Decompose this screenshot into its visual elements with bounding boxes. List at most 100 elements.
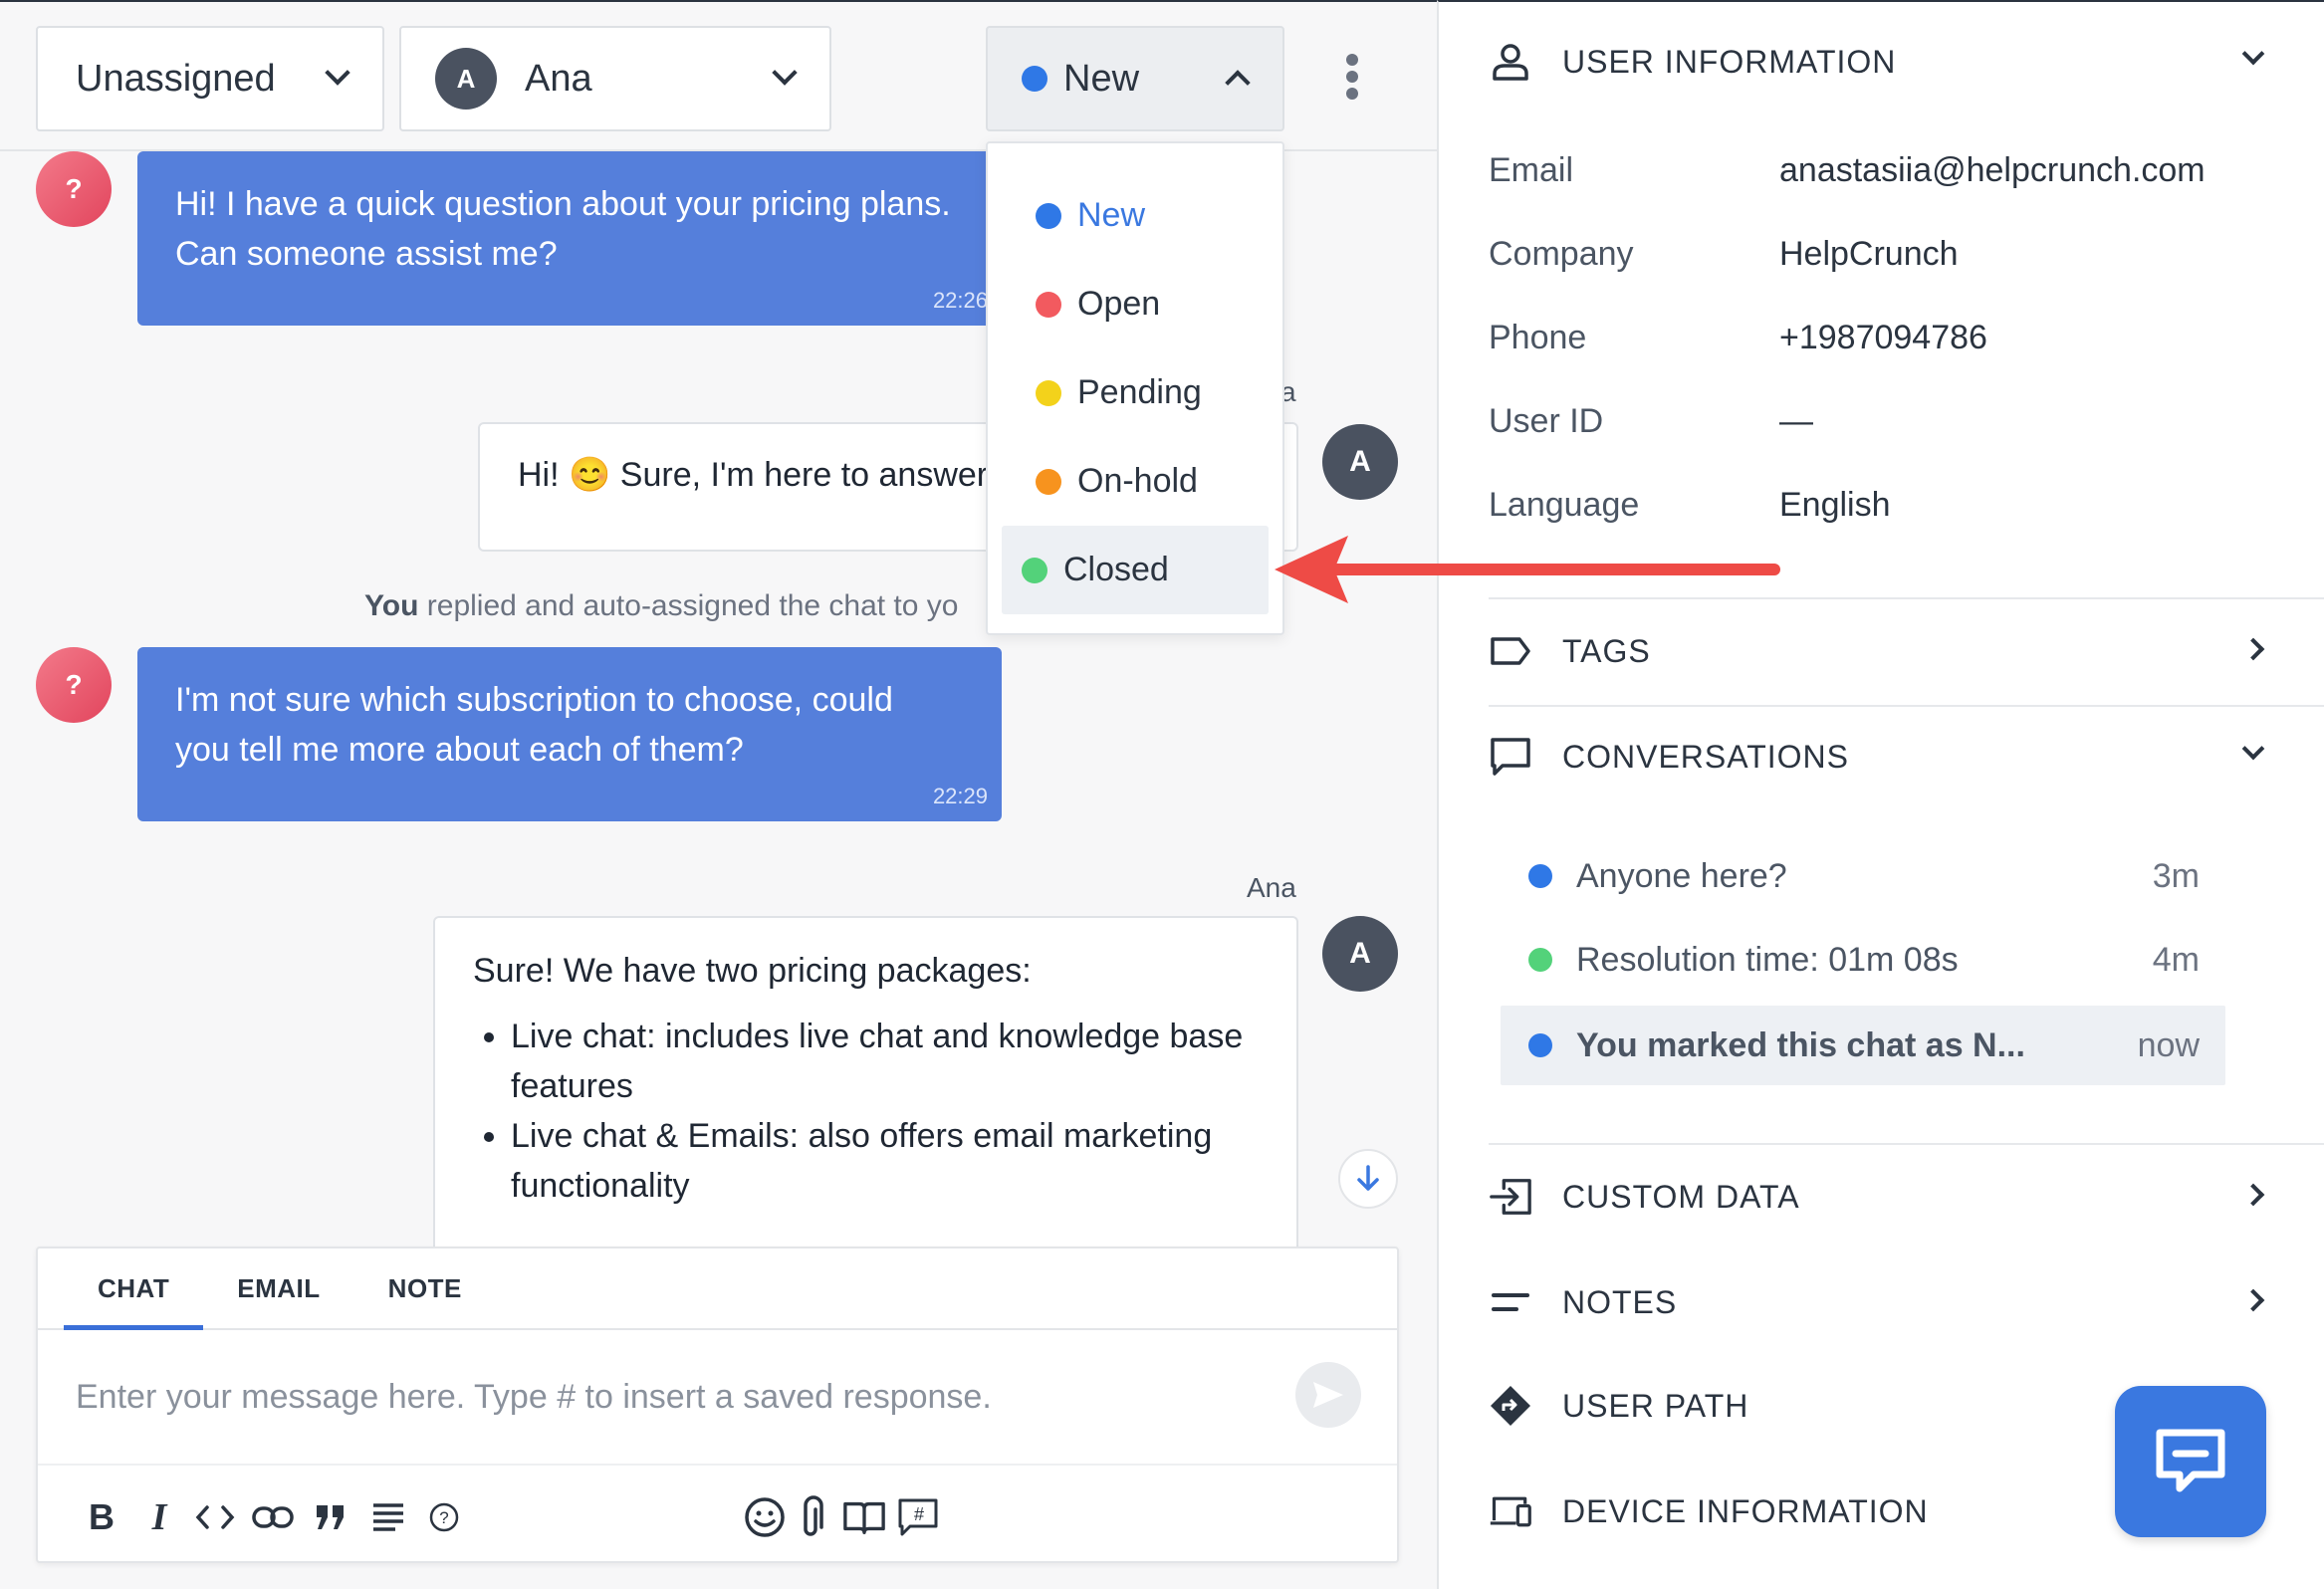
conversation-time: 3m	[2152, 856, 2200, 895]
chevron-right-icon	[2241, 1288, 2265, 1312]
chat-bubble-icon	[1489, 735, 1532, 779]
bold-icon[interactable]: B	[80, 1495, 123, 1539]
assignment-label: Unassigned	[76, 57, 276, 100]
customer-avatar: ?	[36, 151, 112, 227]
conversation-time: now	[2137, 1025, 2200, 1064]
chevron-down-icon	[2241, 737, 2265, 761]
section-title: CONVERSATIONS	[1562, 738, 1849, 775]
status-option-label: On-hold	[1077, 462, 1198, 500]
status-dot-icon	[1036, 468, 1061, 495]
directions-icon	[1489, 1384, 1532, 1428]
agent-dropdown[interactable]: A Ana	[399, 26, 831, 131]
message-text: Can someone assist me?	[175, 235, 558, 273]
quote-icon[interactable]	[309, 1495, 352, 1539]
status-dot-icon	[1528, 948, 1552, 972]
pricing-list: Live chat: includes live chat and knowle…	[511, 1012, 1259, 1211]
scroll-down-button[interactable]	[1338, 1149, 1398, 1209]
divider	[1489, 705, 2324, 707]
status-menu: New Open Pending On-hold Closed	[986, 141, 1284, 635]
avatar: A	[435, 48, 497, 110]
section-custom-data[interactable]: CUSTOM DATA	[1489, 1167, 2275, 1227]
chevron-up-icon	[1225, 70, 1251, 96]
system-actor: You	[364, 589, 419, 622]
section-conversations[interactable]: CONVERSATIONS	[1489, 727, 2275, 787]
status-option-label: New	[1077, 196, 1146, 234]
notes-icon	[1489, 1280, 1532, 1324]
status-option-pending[interactable]: Pending	[1002, 348, 1269, 437]
status-dot-icon	[1528, 864, 1552, 888]
section-tags[interactable]: TAGS	[1489, 621, 2275, 681]
formatting-toolbar: B I ? #	[38, 1464, 1397, 1563]
emoji-icon[interactable]	[743, 1495, 787, 1539]
help-icon[interactable]: ?	[422, 1495, 466, 1539]
send-button[interactable]	[1295, 1362, 1361, 1428]
more-options-icon[interactable]	[1346, 54, 1358, 100]
system-event: You replied and auto-assigned the chat t…	[364, 589, 958, 623]
status-dropdown[interactable]: New	[986, 26, 1284, 131]
status-option-open[interactable]: Open	[1002, 260, 1269, 348]
conversation-item[interactable]: Resolution time: 01m 08s 4m	[1501, 920, 2225, 1000]
customer-message: Hi! I have a quick question about your p…	[137, 151, 1002, 326]
section-title: NOTES	[1562, 1283, 1678, 1320]
status-dot-icon	[1022, 66, 1047, 92]
status-dot-icon	[1036, 291, 1061, 318]
composer-tabs: CHAT EMAIL NOTE	[38, 1248, 1397, 1330]
info-value: +1987094786	[1779, 319, 1987, 356]
tab-email[interactable]: EMAIL	[203, 1248, 353, 1328]
status-dot-icon	[1036, 379, 1061, 406]
chat-widget-icon	[2156, 1429, 2225, 1492]
status-option-closed[interactable]: Closed	[1002, 526, 1269, 614]
chat-widget-button[interactable]	[2115, 1386, 2266, 1537]
status-label: New	[1063, 57, 1140, 100]
agent-avatar: A	[1322, 424, 1398, 500]
annotation-arrow	[1275, 536, 1780, 603]
info-label: Language	[1489, 486, 1640, 524]
info-label: User ID	[1489, 402, 1604, 440]
svg-text:#: #	[914, 1504, 924, 1524]
message-text: Hi! I have a quick question about your p…	[175, 185, 951, 223]
message-input[interactable]: Enter your message here. Type # to inser…	[76, 1378, 992, 1417]
info-value: English	[1779, 486, 1891, 524]
section-title: USER INFORMATION	[1562, 43, 1897, 80]
status-option-on-hold[interactable]: On-hold	[1002, 437, 1269, 526]
message-text: you tell me more about each of them?	[175, 731, 744, 769]
info-value: HelpCrunch	[1779, 235, 1959, 273]
section-notes[interactable]: NOTES	[1489, 1272, 2275, 1332]
assignment-dropdown[interactable]: Unassigned	[36, 26, 384, 131]
attachment-icon[interactable]	[793, 1495, 836, 1539]
devices-icon	[1489, 1489, 1532, 1533]
divider	[1489, 1143, 2324, 1145]
list-item: Live chat & Emails: also offers email ma…	[511, 1111, 1259, 1211]
code-icon[interactable]	[193, 1495, 237, 1539]
saved-response-icon[interactable]: #	[896, 1495, 940, 1539]
italic-icon[interactable]: I	[137, 1495, 181, 1539]
info-label: Email	[1489, 151, 1574, 189]
status-option-new[interactable]: New	[1002, 171, 1269, 260]
agent-avatar: A	[1322, 916, 1398, 992]
tab-chat[interactable]: CHAT	[64, 1248, 204, 1330]
tab-note[interactable]: NOTE	[354, 1248, 496, 1328]
link-icon[interactable]	[251, 1495, 295, 1539]
message-text: Sure! We have two pricing packages:	[473, 952, 1032, 990]
conversation-title: Resolution time: 01m 08s	[1576, 940, 1959, 979]
status-dot-icon	[1022, 557, 1047, 583]
chevron-right-icon	[2241, 1183, 2265, 1207]
conversation-title: Anyone here?	[1576, 856, 1787, 895]
section-title: DEVICE INFORMATION	[1562, 1492, 1929, 1529]
message-time: 22:26	[932, 288, 988, 313]
knowledge-base-icon[interactable]	[842, 1495, 886, 1539]
list-item: Live chat: includes live chat and knowle…	[511, 1012, 1259, 1111]
status-dot-icon	[1036, 202, 1061, 229]
customer-message: I'm not sure which subscription to choos…	[137, 647, 1002, 821]
agent-label: Ana	[525, 57, 592, 100]
system-text: replied and auto-assigned the chat to yo	[418, 589, 959, 622]
agent-name: Ana	[1247, 872, 1296, 903]
svg-text:?: ?	[439, 1508, 448, 1527]
status-option-label: Pending	[1077, 373, 1202, 411]
align-icon[interactable]	[366, 1495, 410, 1539]
conversation-item[interactable]: You marked this chat as N... now	[1501, 1006, 2225, 1085]
section-user-information[interactable]: USER INFORMATION	[1489, 32, 2275, 92]
conversation-item[interactable]: Anyone here? 3m	[1501, 836, 2225, 916]
section-title: USER PATH	[1562, 1387, 1749, 1424]
chevron-right-icon	[2241, 637, 2265, 661]
